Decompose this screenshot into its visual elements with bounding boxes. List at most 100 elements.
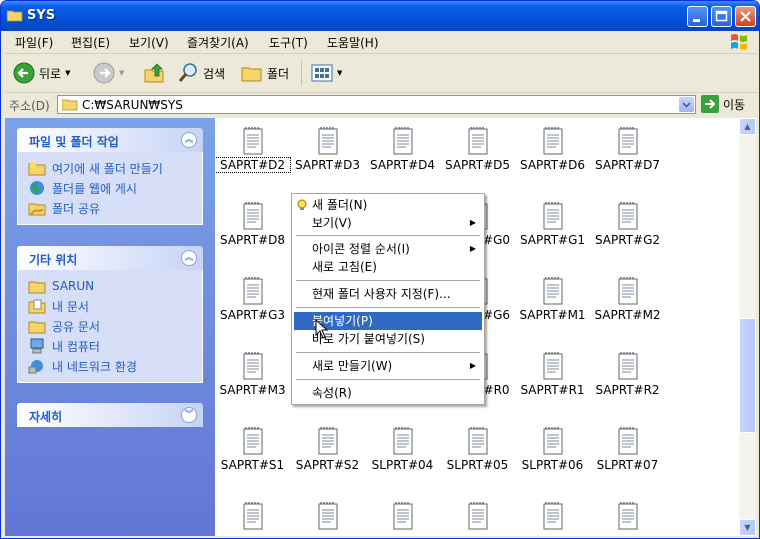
file-item[interactable] (515, 497, 590, 536)
place-network[interactable]: 내 네트워크 환경 (18, 356, 202, 376)
file-name: SAPRT#D8 (219, 233, 285, 247)
menu-item-properties[interactable]: 속성(R) (294, 384, 482, 402)
place-my-documents[interactable]: 내 문서 (18, 296, 202, 316)
file-item[interactable]: SLPRT#07 (590, 422, 665, 482)
scroll-up-button[interactable]: ▲ (739, 118, 756, 135)
file-item[interactable]: SAPRT#M1 (515, 272, 590, 332)
go-label: 이동 (723, 97, 746, 112)
menu-item-view[interactable]: 보기(V) ▶ (294, 214, 482, 232)
menu-help[interactable]: 도움말(H) (327, 34, 379, 51)
file-item[interactable]: SAPRT#M3 (215, 347, 290, 407)
folder-icon (28, 281, 46, 294)
menu-item-refresh[interactable]: 새로 고침(E) (294, 258, 482, 276)
menu-file[interactable]: 파일(F) (15, 34, 53, 51)
scroll-down-button[interactable]: ▼ (739, 519, 756, 536)
file-item[interactable] (290, 497, 365, 536)
chevron-down-icon (682, 102, 691, 108)
file-name: SAPRT#G1 (519, 233, 586, 247)
file-folder-tasks-panel: 파일 및 폴더 작업 ︽ 여기에 새 폴더 만들기 폴더를 웹에 게시 폴더 공… (17, 128, 203, 225)
collapse-icon[interactable]: ︽ (181, 132, 197, 148)
folder-up-icon (144, 63, 164, 83)
folders-button[interactable]: 폴더 (241, 62, 289, 84)
place-shared-documents[interactable]: 공유 문서 (18, 316, 202, 336)
file-item[interactable]: SLPRT#04 (365, 422, 440, 482)
chevron-down-icon[interactable]: ▼ (65, 69, 70, 77)
collapse-icon[interactable]: ︽ (181, 250, 197, 266)
text-file-icon (618, 502, 637, 530)
scroll-thumb[interactable] (739, 318, 756, 433)
place-label: 공유 문서 (52, 319, 100, 334)
task-share-folder[interactable]: 폴더 공유 (18, 198, 202, 218)
documents-folder-icon (28, 299, 46, 314)
file-item[interactable]: SAPRT#D5 (440, 122, 515, 182)
file-name: SAPRT#R1 (520, 383, 585, 397)
place-my-computer[interactable]: 내 컴퓨터 (18, 336, 202, 356)
back-button[interactable]: 뒤로 ▼ (13, 62, 70, 84)
file-item[interactable]: SAPRT#R1 (515, 347, 590, 407)
panel-header[interactable]: 기타 위치 ︽ (17, 246, 203, 270)
up-folder-button[interactable] (143, 62, 167, 84)
menu-item-new[interactable]: 새로 만들기(W) ▶ (294, 357, 482, 375)
file-item[interactable]: SAPRT#G2 (590, 197, 665, 257)
menu-tools[interactable]: 도구(T) (269, 34, 308, 51)
task-label: 여기에 새 폴더 만들기 (52, 161, 163, 176)
address-input[interactable]: C:₩SARUN₩SYS (57, 95, 696, 114)
menu-item-new-folder[interactable]: 새 폴더(N) (294, 196, 482, 214)
go-button[interactable]: 이동 (701, 95, 745, 113)
place-sarun[interactable]: SARUN (18, 276, 202, 296)
file-item[interactable]: SAPRT#S1 (215, 422, 290, 482)
file-item[interactable]: SAPRT#D7 (590, 122, 665, 182)
go-arrow-icon (701, 95, 719, 113)
search-icon (178, 63, 197, 82)
file-name: SAPRT#S2 (295, 458, 360, 472)
file-item[interactable]: SLPRT#05 (440, 422, 515, 482)
explorer-window: SYS 파일(F) 편집(E) 보기(V) 즐겨찾기(A) 도구(T) 도움말(… (0, 0, 760, 539)
vertical-scrollbar[interactable]: ▲ ▼ (739, 118, 756, 536)
file-item[interactable]: SAPRT#R2 (590, 347, 665, 407)
search-button[interactable]: 검색 (177, 62, 225, 84)
address-bar: 주소(D) C:₩SARUN₩SYS 이동 (5, 93, 757, 117)
file-item[interactable] (590, 497, 665, 536)
file-item[interactable]: SAPRT#D4 (365, 122, 440, 182)
panel-header[interactable]: 파일 및 폴더 작업 ︽ (17, 128, 203, 152)
task-publish-web[interactable]: 폴더를 웹에 게시 (18, 178, 202, 198)
back-arrow-icon (13, 62, 35, 84)
text-file-icon (618, 127, 637, 155)
maximize-button[interactable] (711, 6, 732, 27)
file-item[interactable]: SAPRT#D2 (215, 122, 291, 182)
file-item[interactable] (365, 497, 440, 536)
chevron-down-icon[interactable]: ▼ (119, 69, 124, 77)
file-name: SAPRT#D3 (294, 158, 360, 172)
file-item[interactable]: SAPRT#G3 (215, 272, 290, 332)
chevron-down-icon[interactable]: ▼ (337, 69, 342, 77)
file-item[interactable] (440, 497, 515, 536)
file-item[interactable]: SAPRT#M2 (590, 272, 665, 332)
text-file-icon (543, 427, 562, 455)
forward-button[interactable]: ▼ (93, 62, 124, 84)
file-item[interactable]: SAPRT#G1 (515, 197, 590, 257)
minimize-button[interactable] (687, 6, 708, 27)
globe-icon (30, 181, 44, 195)
close-button[interactable] (735, 6, 756, 27)
file-item[interactable]: SAPRT#S2 (290, 422, 365, 482)
file-item[interactable] (215, 497, 290, 536)
menu-item-customize-folder[interactable]: 현재 폴더 사용자 지정(F)... (294, 285, 482, 303)
menu-item-arrange-icons[interactable]: 아이콘 정렬 순서(I) ▶ (294, 240, 482, 258)
expand-icon[interactable]: ︾ (181, 407, 197, 423)
text-file-icon (243, 352, 262, 380)
menu-view[interactable]: 보기(V) (129, 34, 169, 51)
menu-favorites[interactable]: 즐겨찾기(A) (187, 34, 249, 51)
file-item[interactable]: SLPRT#06 (515, 422, 590, 482)
file-name: SAPRT#G2 (594, 233, 661, 247)
title-bar[interactable]: SYS (1, 1, 759, 31)
text-file-icon (618, 202, 637, 230)
views-button[interactable]: ▼ (311, 62, 342, 84)
file-item[interactable]: SAPRT#D3 (290, 122, 365, 182)
file-item[interactable]: SAPRT#D8 (215, 197, 290, 257)
panel-header[interactable]: 자세히 ︾ (17, 403, 203, 427)
task-new-folder[interactable]: 여기에 새 폴더 만들기 (18, 158, 202, 178)
address-dropdown[interactable] (679, 97, 694, 112)
text-file-icon (543, 352, 562, 380)
menu-edit[interactable]: 편집(E) (71, 34, 110, 51)
file-item[interactable]: SAPRT#D6 (515, 122, 590, 182)
